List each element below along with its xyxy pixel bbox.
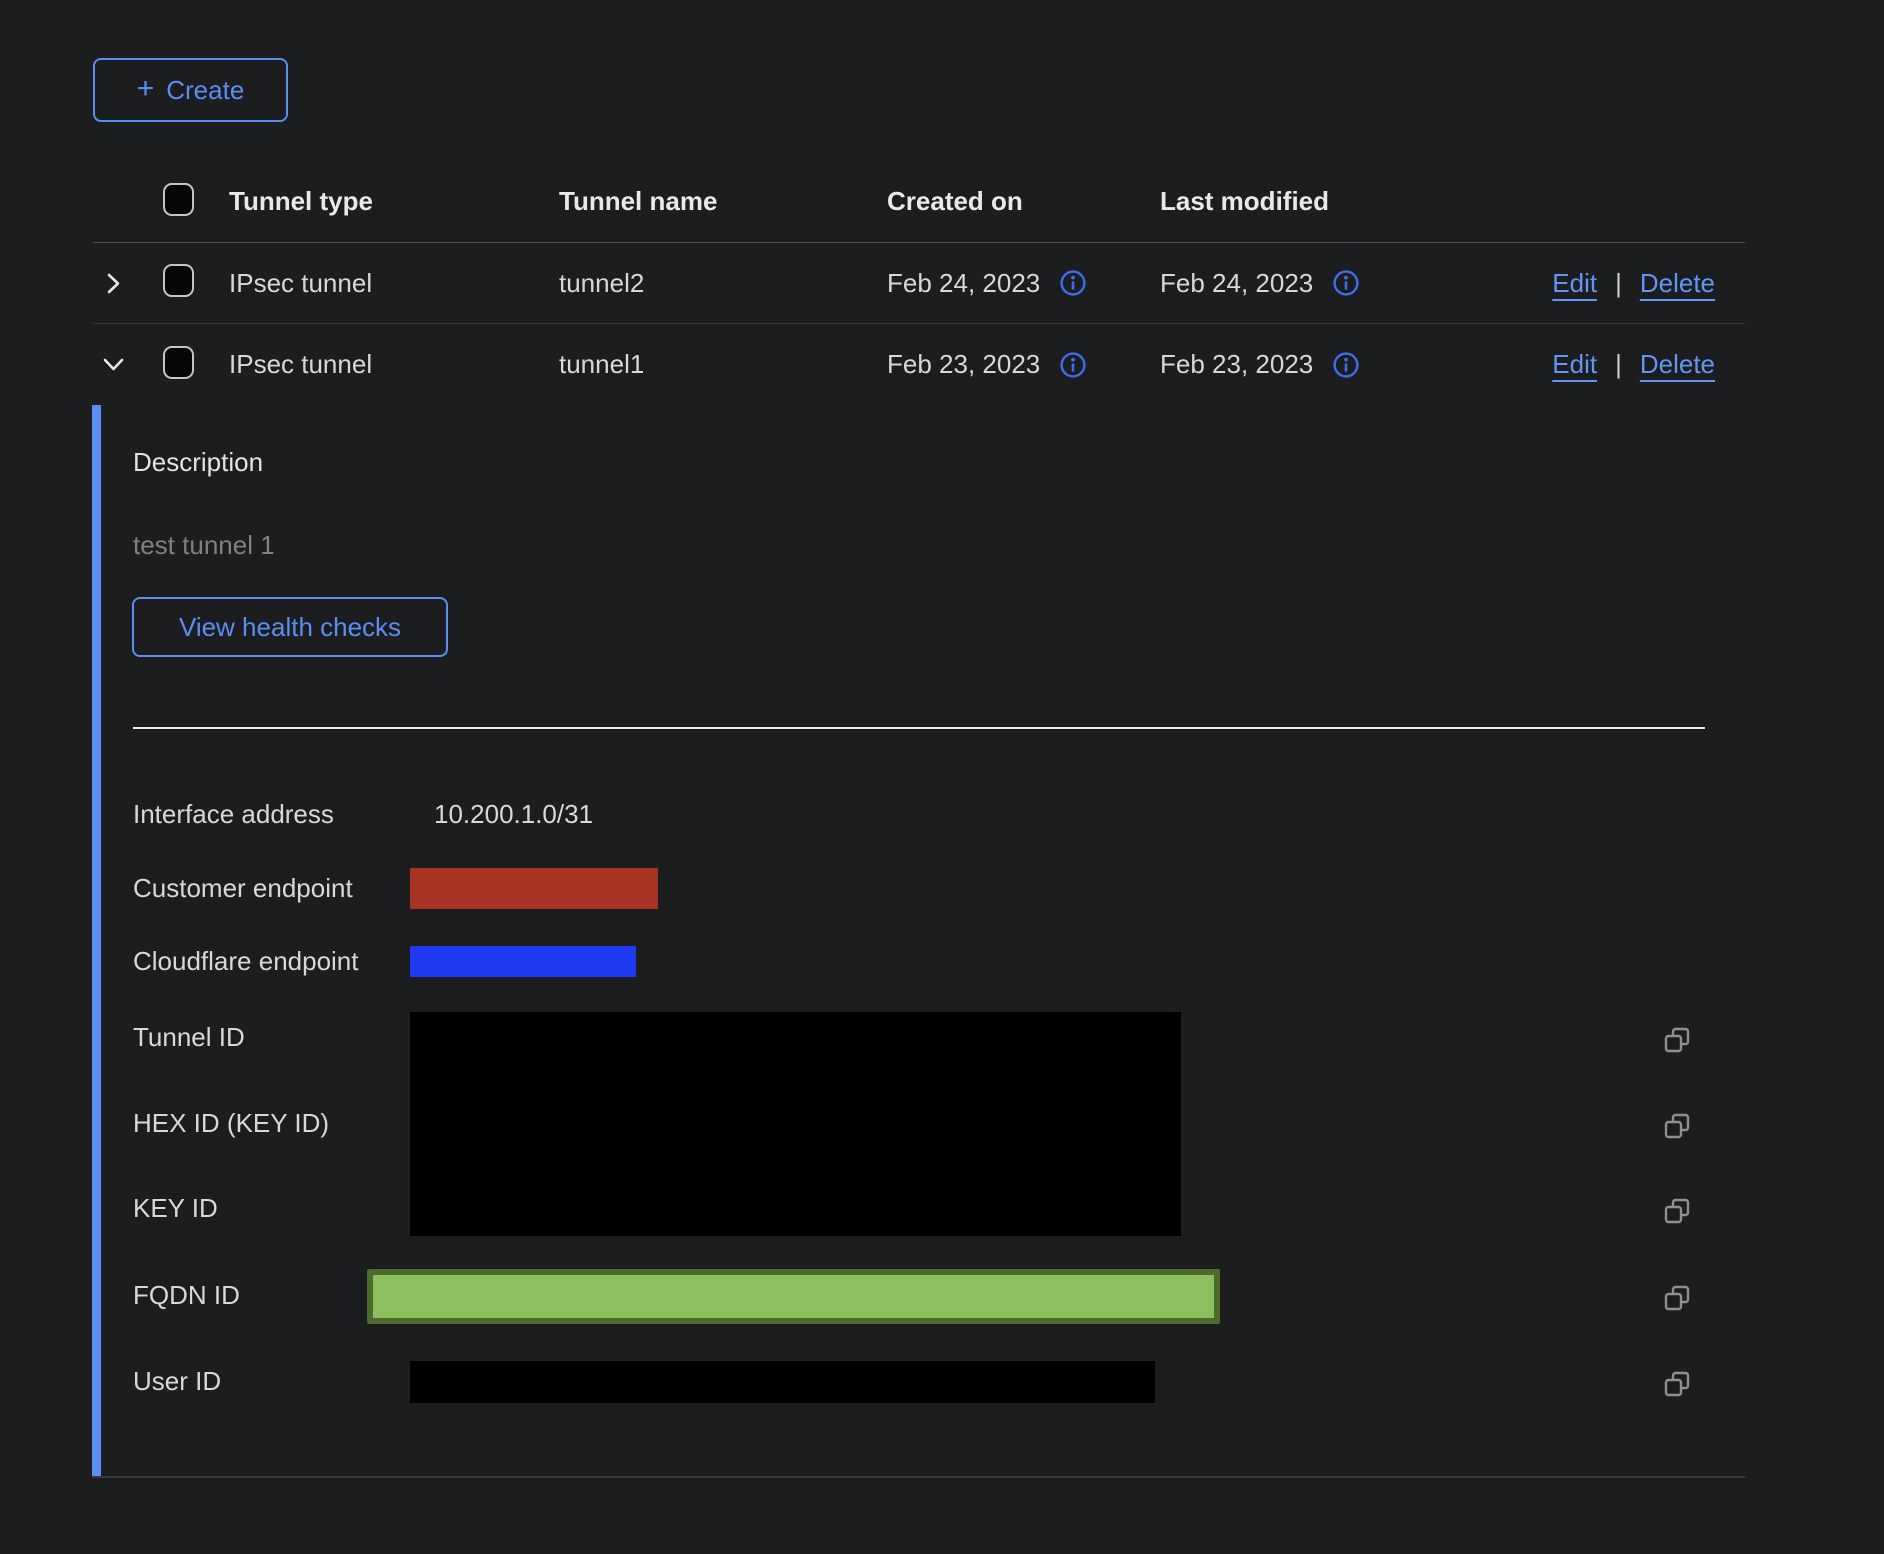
last-modified-cell: Feb 23, 2023 [1160, 349, 1313, 380]
plus-icon: + [137, 74, 155, 104]
copy-tunnel-id-icon[interactable] [1663, 1023, 1697, 1057]
copy-hex-id-icon[interactable] [1663, 1109, 1697, 1143]
tunnel-type-cell: IPsec tunnel [229, 349, 559, 380]
edit-link[interactable]: Edit [1552, 349, 1597, 380]
info-icon[interactable] [1060, 270, 1086, 296]
fqdn-id-redacted-value [367, 1269, 1220, 1324]
last-modified-cell: Feb 24, 2023 [1160, 268, 1313, 299]
delete-link[interactable]: Delete [1640, 349, 1715, 380]
tunnels-table: Tunnel type Tunnel name Created on Last … [93, 160, 1745, 405]
action-separator: | [1615, 268, 1622, 299]
copy-user-id-icon[interactable] [1663, 1367, 1697, 1401]
description-value: test tunnel 1 [133, 530, 275, 561]
user-id-redacted-value [410, 1361, 1155, 1403]
tunnel-name-cell: tunnel1 [559, 349, 887, 380]
fqdn-id-label: FQDN ID [133, 1280, 240, 1311]
view-health-checks-button[interactable]: View health checks [132, 597, 448, 657]
row-checkbox[interactable] [163, 264, 194, 297]
action-separator: | [1615, 349, 1622, 380]
interface-address-label: Interface address [133, 799, 334, 830]
create-button[interactable]: + Create [93, 58, 288, 122]
details-divider [133, 727, 1705, 729]
create-button-label: Create [166, 75, 244, 106]
interface-address-value: 10.200.1.0/31 [434, 799, 593, 830]
tunnel-id-label: Tunnel ID [133, 1022, 245, 1053]
tunnel-name-cell: tunnel2 [559, 268, 887, 299]
expanded-row-accent-bar [92, 405, 101, 1476]
edit-link[interactable]: Edit [1552, 268, 1597, 299]
id-group-redacted-value [410, 1012, 1181, 1236]
delete-link[interactable]: Delete [1640, 268, 1715, 299]
expand-chevron-right-icon[interactable] [101, 271, 126, 296]
header-last-modified: Last modified [1160, 186, 1460, 217]
cloudflare-endpoint-label: Cloudflare endpoint [133, 946, 359, 977]
tunnels-page: + Create Tunnel type Tunnel name Created… [0, 0, 1884, 1554]
table-row-tunnel2: IPsec tunnel tunnel2 Feb 24, 2023 Feb 24… [93, 243, 1745, 324]
description-label: Description [133, 447, 263, 478]
created-on-cell: Feb 24, 2023 [887, 268, 1040, 299]
customer-endpoint-redacted-value [410, 868, 658, 909]
user-id-label: User ID [133, 1366, 221, 1397]
cloudflare-endpoint-redacted-value [410, 946, 636, 977]
table-header-row: Tunnel type Tunnel name Created on Last … [93, 160, 1745, 243]
info-icon[interactable] [1333, 352, 1359, 378]
tunnel-details-panel: Description test tunnel 1 View health ch… [92, 405, 1745, 1478]
row-checkbox[interactable] [163, 346, 194, 379]
header-created-on: Created on [887, 186, 1160, 217]
hex-id-label: HEX ID (KEY ID) [133, 1108, 329, 1139]
created-on-cell: Feb 23, 2023 [887, 349, 1040, 380]
table-row-tunnel1: IPsec tunnel tunnel1 Feb 23, 2023 Feb 23… [93, 324, 1745, 405]
info-icon[interactable] [1333, 270, 1359, 296]
copy-fqdn-id-icon[interactable] [1663, 1281, 1697, 1315]
header-tunnel-name: Tunnel name [559, 186, 887, 217]
select-all-checkbox[interactable] [163, 183, 194, 216]
tunnel-type-cell: IPsec tunnel [229, 268, 559, 299]
collapse-chevron-down-icon[interactable] [101, 352, 126, 377]
copy-key-id-icon[interactable] [1663, 1194, 1697, 1228]
key-id-label: KEY ID [133, 1193, 218, 1224]
info-icon[interactable] [1060, 352, 1086, 378]
customer-endpoint-label: Customer endpoint [133, 873, 353, 904]
header-tunnel-type: Tunnel type [229, 186, 559, 217]
